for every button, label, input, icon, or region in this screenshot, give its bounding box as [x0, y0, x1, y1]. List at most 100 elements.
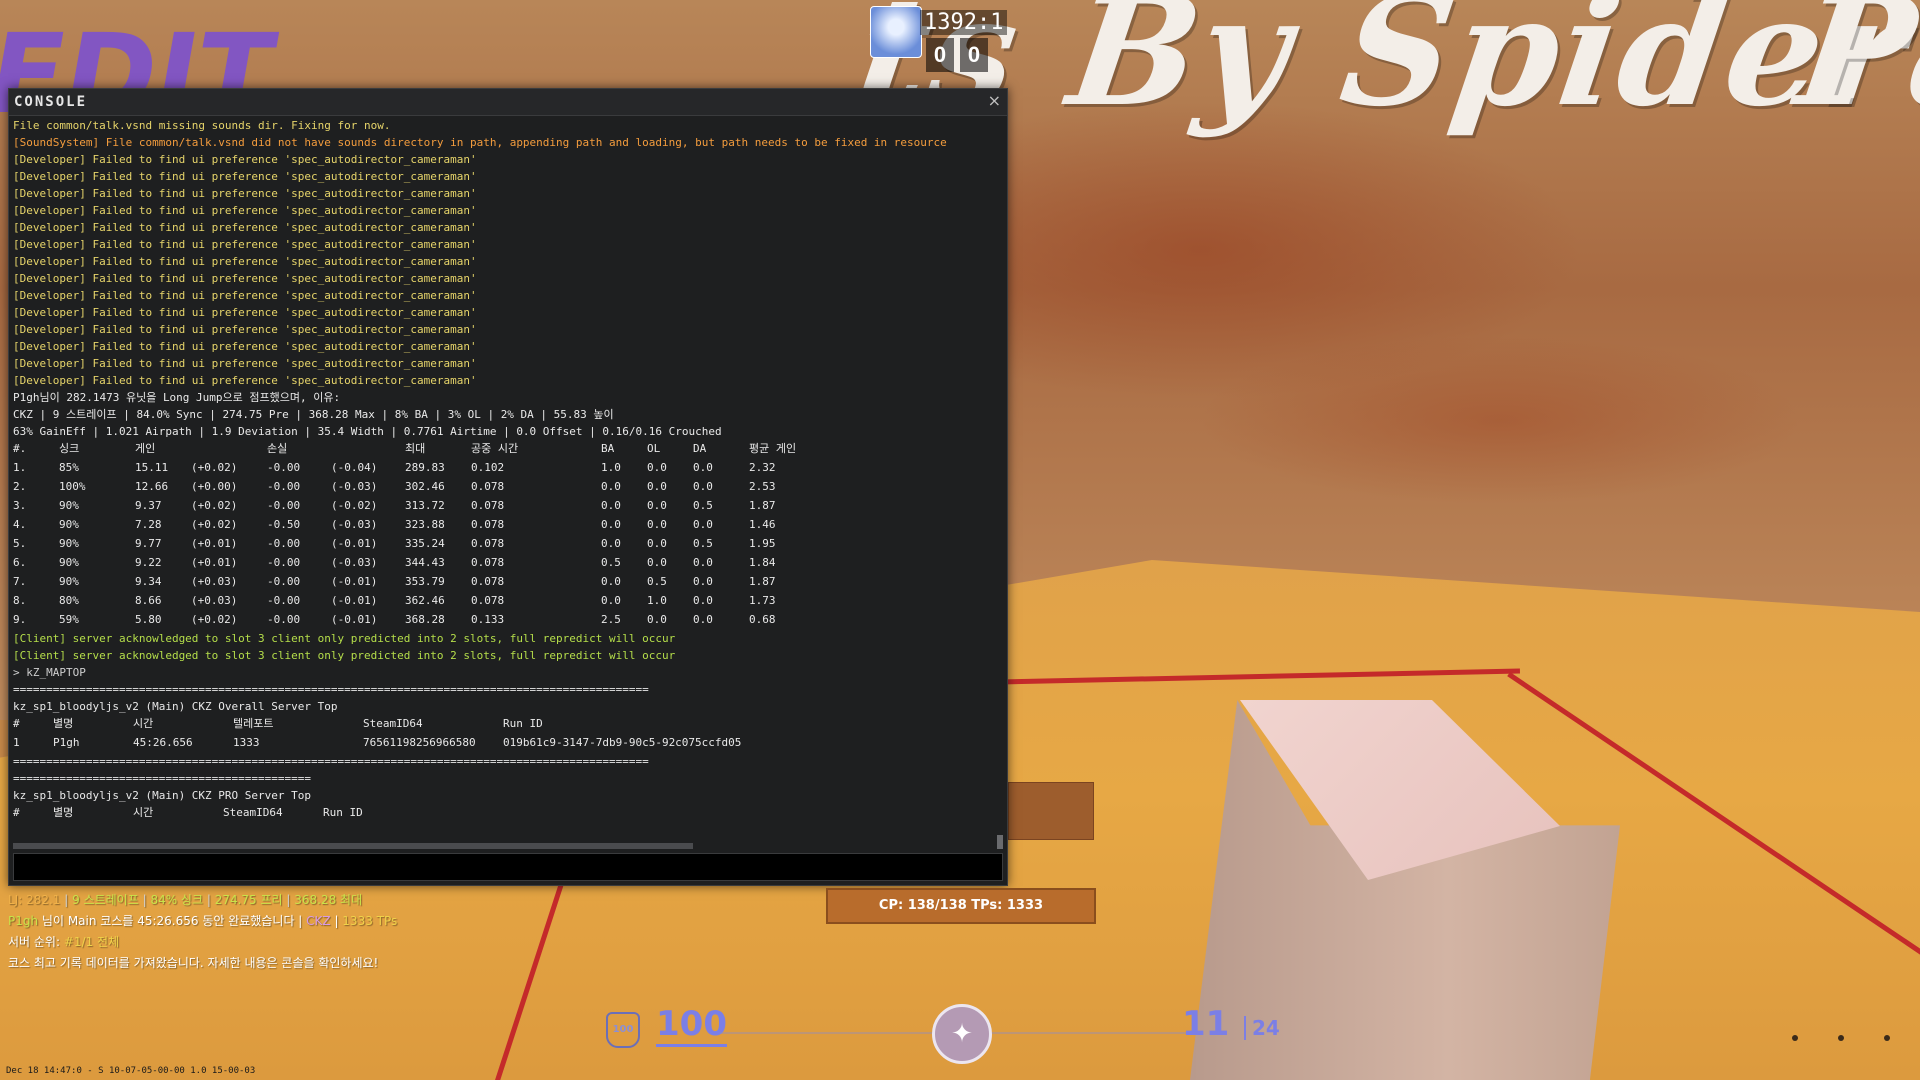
log-line: [Developer] Failed to find ui preference… — [13, 170, 477, 183]
strafe-table-row: 1. 85% 15.11 (+0.02) -0.00 (-0.04) 289.83 0.102… — [13, 459, 1003, 478]
console-log[interactable]: File common/talk.vsnd missing sounds dir… — [13, 117, 1003, 823]
chat-segment: 368.28 최대 — [294, 893, 363, 907]
chat-segment: 45:26.656 — [137, 914, 199, 928]
table-cell: 5. — [13, 537, 27, 550]
table-cell: 90% — [59, 537, 79, 550]
table-cell: P1gh — [53, 736, 80, 749]
log-line: [Developer] Failed to find ui preference… — [13, 272, 477, 285]
table-cell: 1.0 — [647, 594, 667, 607]
chat-segment: 1333 TPs — [342, 914, 398, 928]
table-cell: 80% — [59, 594, 79, 607]
chat-segment: | — [60, 893, 73, 907]
table-cell: 1.87 — [749, 575, 776, 588]
table-cell: 0.5 — [601, 556, 621, 569]
overall-top-title: kz_sp1_bloodyljs_v2 (Main) CKZ Overall S… — [13, 700, 338, 713]
table-cell: (-0.03) — [331, 556, 378, 569]
wall-graffiti: ts By Spider — [847, 0, 1919, 140]
pro-table-header: # 별명 시간 SteamID64 Run ID — [13, 804, 1003, 823]
table-cell: 0.078 — [471, 594, 505, 607]
chat-segment: P1gh — [8, 914, 39, 928]
chat-line: LJ: 282.1 | 9 스트레이프 | 84% 싱크 | 274.75 프리… — [8, 890, 397, 911]
table-cell: 2. — [13, 480, 27, 493]
table-cell: 1333 — [233, 736, 260, 749]
table-cell: (+0.02) — [191, 499, 238, 512]
table-cell: 0.078 — [471, 575, 505, 588]
log-line: [Developer] Failed to find ui preference… — [13, 187, 477, 200]
table-cell: 1.95 — [749, 537, 776, 550]
log-line: [Developer] Failed to find ui preference… — [13, 153, 477, 166]
table-cell: 텔레포트 — [233, 717, 274, 730]
horizontal-scrollbar[interactable] — [13, 843, 693, 849]
log-line: [Developer] Failed to find ui preference… — [13, 255, 477, 268]
table-cell: -0.00 — [267, 461, 301, 474]
table-cell: 공중 시간 — [471, 442, 519, 455]
slot-dot-icon — [1792, 1035, 1798, 1041]
table-cell: -0.00 — [267, 594, 301, 607]
chat-segment: | — [203, 893, 215, 907]
table-cell: Run ID — [503, 717, 543, 730]
log-line: [Developer] Failed to find ui preference… — [13, 289, 477, 302]
chat-segment: 님이 — [38, 914, 68, 928]
armor-icon: 100 — [606, 1012, 640, 1048]
table-cell: 0.0 — [647, 480, 667, 493]
table-cell: 368.28 — [405, 613, 445, 626]
table-cell: 76561198256966580 — [363, 736, 476, 749]
table-cell: 0.0 — [601, 575, 621, 588]
table-cell: 90% — [59, 499, 79, 512]
score-ct: 0 — [926, 38, 954, 72]
table-cell: 0.0 — [601, 594, 621, 607]
table-cell: SteamID64 — [223, 806, 283, 819]
table-cell: 0.0 — [693, 461, 713, 474]
table-cell: 0.0 — [647, 537, 667, 550]
table-cell: 평균 게인 — [749, 442, 797, 455]
table-cell: 0.078 — [471, 499, 505, 512]
console-input[interactable] — [13, 853, 1003, 881]
table-cell: 313.72 — [405, 499, 445, 512]
table-cell: 6. — [13, 556, 27, 569]
table-cell: 0.102 — [471, 461, 505, 474]
wall-graffiti-right: Pa — [1787, 0, 1920, 140]
table-cell: 90% — [59, 556, 79, 569]
table-cell: (-0.01) — [331, 594, 378, 607]
health-value: 100 — [656, 1004, 727, 1047]
table-cell: 최대 — [405, 442, 426, 455]
table-cell: (+0.03) — [191, 594, 238, 607]
player-avatar — [870, 6, 922, 58]
strafe-table-row: 2. 100% 12.66 (+0.00) -0.00 (-0.03) 302.46 0.07… — [13, 478, 1003, 497]
table-cell: -0.00 — [267, 499, 301, 512]
vertical-scrollbar[interactable] — [997, 835, 1003, 849]
chat-segment: | — [330, 914, 343, 928]
table-cell: 0.0 — [601, 518, 621, 531]
chat-segment: 코스 최고 기록 데이터를 가져왔습니다. 자세한 내용은 콘솔을 확인하세요! — [8, 956, 379, 970]
console-titlebar[interactable]: CONSOLE × — [9, 89, 1007, 116]
table-cell: 0.0 — [647, 518, 667, 531]
strafe-table-row: 9. 59% 5.80 (+0.02) -0.00 (-0.01) 368.28 0.133 2… — [13, 611, 1003, 630]
close-icon[interactable]: × — [988, 91, 1001, 110]
table-cell: 85% — [59, 461, 79, 474]
table-cell: (+0.00) — [191, 480, 238, 493]
separator: ========================================… — [13, 683, 649, 696]
top-hud: 1392:1 0 0 — [870, 6, 1008, 86]
table-cell: 1. — [13, 461, 27, 474]
table-cell: (-0.02) — [331, 499, 378, 512]
table-cell: -0.00 — [267, 556, 301, 569]
chat-segment: CKZ — [306, 914, 331, 928]
chat-segment: #1/1 전체 — [63, 935, 120, 949]
table-cell — [331, 440, 405, 459]
table-cell: (+0.01) — [191, 556, 238, 569]
chat-segment: Main — [67, 914, 97, 928]
pro-top-title: kz_sp1_bloodyljs_v2 (Main) CKZ PRO Serve… — [13, 789, 312, 802]
table-cell: 0.0 — [693, 518, 713, 531]
chat-segment: 9 스트레이프 — [72, 893, 139, 907]
ammo-reserve: 24 — [1244, 1016, 1280, 1040]
console-window[interactable]: CONSOLE × File common/talk.vsnd missing … — [8, 88, 1008, 886]
table-cell: 0.0 — [693, 613, 713, 626]
table-cell: Run ID — [323, 806, 363, 819]
table-cell: 0.0 — [601, 537, 621, 550]
table-cell: 90% — [59, 575, 79, 588]
log-line: [Developer] Failed to find ui preference… — [13, 374, 477, 387]
chat-segment: 274.75 프리 — [214, 893, 283, 907]
table-cell: 0.0 — [647, 613, 667, 626]
table-cell: # — [13, 806, 20, 819]
table-cell: 019b61c9-3147-7db9-90c5-92c075ccfd05 — [503, 736, 742, 749]
